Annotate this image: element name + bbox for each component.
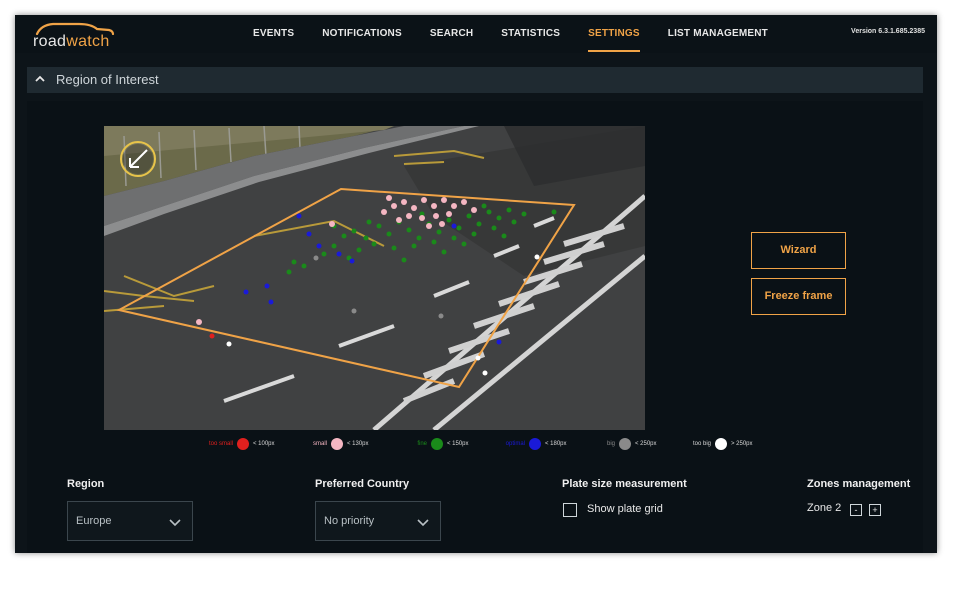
region-select[interactable]: Europe [67,501,193,541]
logo-text-suffix: watch [66,33,110,50]
logo-text-prefix: road [33,33,67,50]
main-nav: EVENTS NOTIFICATIONS SEARCH STATISTICS S… [239,15,782,53]
region-label: Region [67,478,105,490]
legend-label: big [606,441,615,447]
legend-size: < 150px [447,441,469,447]
show-plate-grid-checkbox[interactable] [563,503,577,517]
nav-events[interactable]: EVENTS [239,15,308,53]
legend-dot [237,438,249,450]
preferred-country-label: Preferred Country [315,478,410,490]
camera-view[interactable] [104,126,645,430]
legend-label: optimal [505,441,525,447]
legend-dot [331,438,343,450]
region-of-interest-header[interactable]: Region of Interest [27,67,923,93]
wizard-button[interactable]: Wizard [751,232,846,269]
freeze-frame-button[interactable]: Freeze frame [751,278,846,315]
nav-list-management[interactable]: LIST MANAGEMENT [654,15,782,53]
preferred-country-select-value: No priority [324,515,375,527]
preferred-country-select[interactable]: No priority [315,501,441,541]
top-navigation-bar: roadwatch EVENTS NOTIFICATIONS SEARCH ST… [15,15,937,53]
logo-text: roadwatch [33,33,110,51]
region-select-value: Europe [76,515,112,527]
legend-dot [431,438,443,450]
legend-dot [529,438,541,450]
current-zone-label: Zone 2 [807,502,842,514]
roadwatch-logo[interactable]: roadwatch [31,21,121,51]
legend-label: fine [417,441,427,447]
legend-size: < 250px [635,441,657,447]
nav-statistics[interactable]: STATISTICS [487,15,574,53]
app-window: roadwatch EVENTS NOTIFICATIONS SEARCH ST… [15,15,937,553]
zone-minus-button[interactable]: - [850,504,862,516]
region-of-interest-panel: Wizard Freeze frame too small < 100px sm… [27,101,923,553]
zones-management-label: Zones management [807,478,911,490]
legend-size: < 100px [253,441,275,447]
collapse-arrow-icon[interactable] [120,141,156,177]
plate-size-measurement-label: Plate size measurement [562,478,687,490]
zone-plus-button[interactable]: + [869,504,881,516]
nav-notifications[interactable]: NOTIFICATIONS [308,15,416,53]
legend-label: small [312,441,327,447]
nav-search[interactable]: SEARCH [416,15,487,53]
section-title: Region of Interest [56,72,159,87]
legend-label: too small [208,441,233,447]
legend-label: too big [692,441,711,447]
chevron-down-icon [417,519,429,527]
legend-dot [715,438,727,450]
chevron-down-icon [169,519,181,527]
legend-size: < 130px [347,441,369,447]
legend-size: < 180px [545,441,567,447]
chevron-up-icon[interactable] [33,72,47,86]
show-plate-grid-label[interactable]: Show plate grid [587,503,663,515]
legend-dot [619,438,631,450]
camera-frame [104,126,645,430]
legend-size: > 250px [731,441,753,447]
nav-settings[interactable]: SETTINGS [574,15,654,53]
version-label: Version 6.3.1.685.2385 [851,28,925,35]
